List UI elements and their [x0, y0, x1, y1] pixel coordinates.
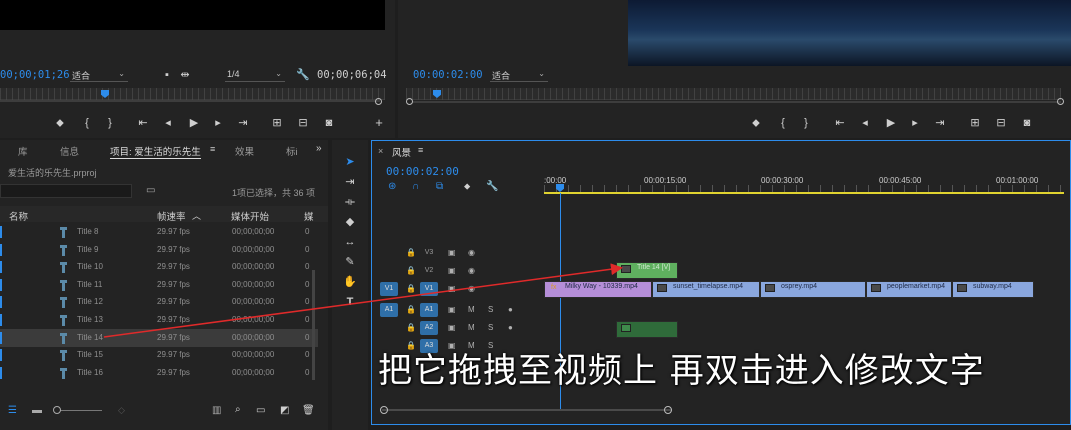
- tutorial-subtitle: 把它拖拽至视频上 再双击进入修改文字: [378, 351, 985, 391]
